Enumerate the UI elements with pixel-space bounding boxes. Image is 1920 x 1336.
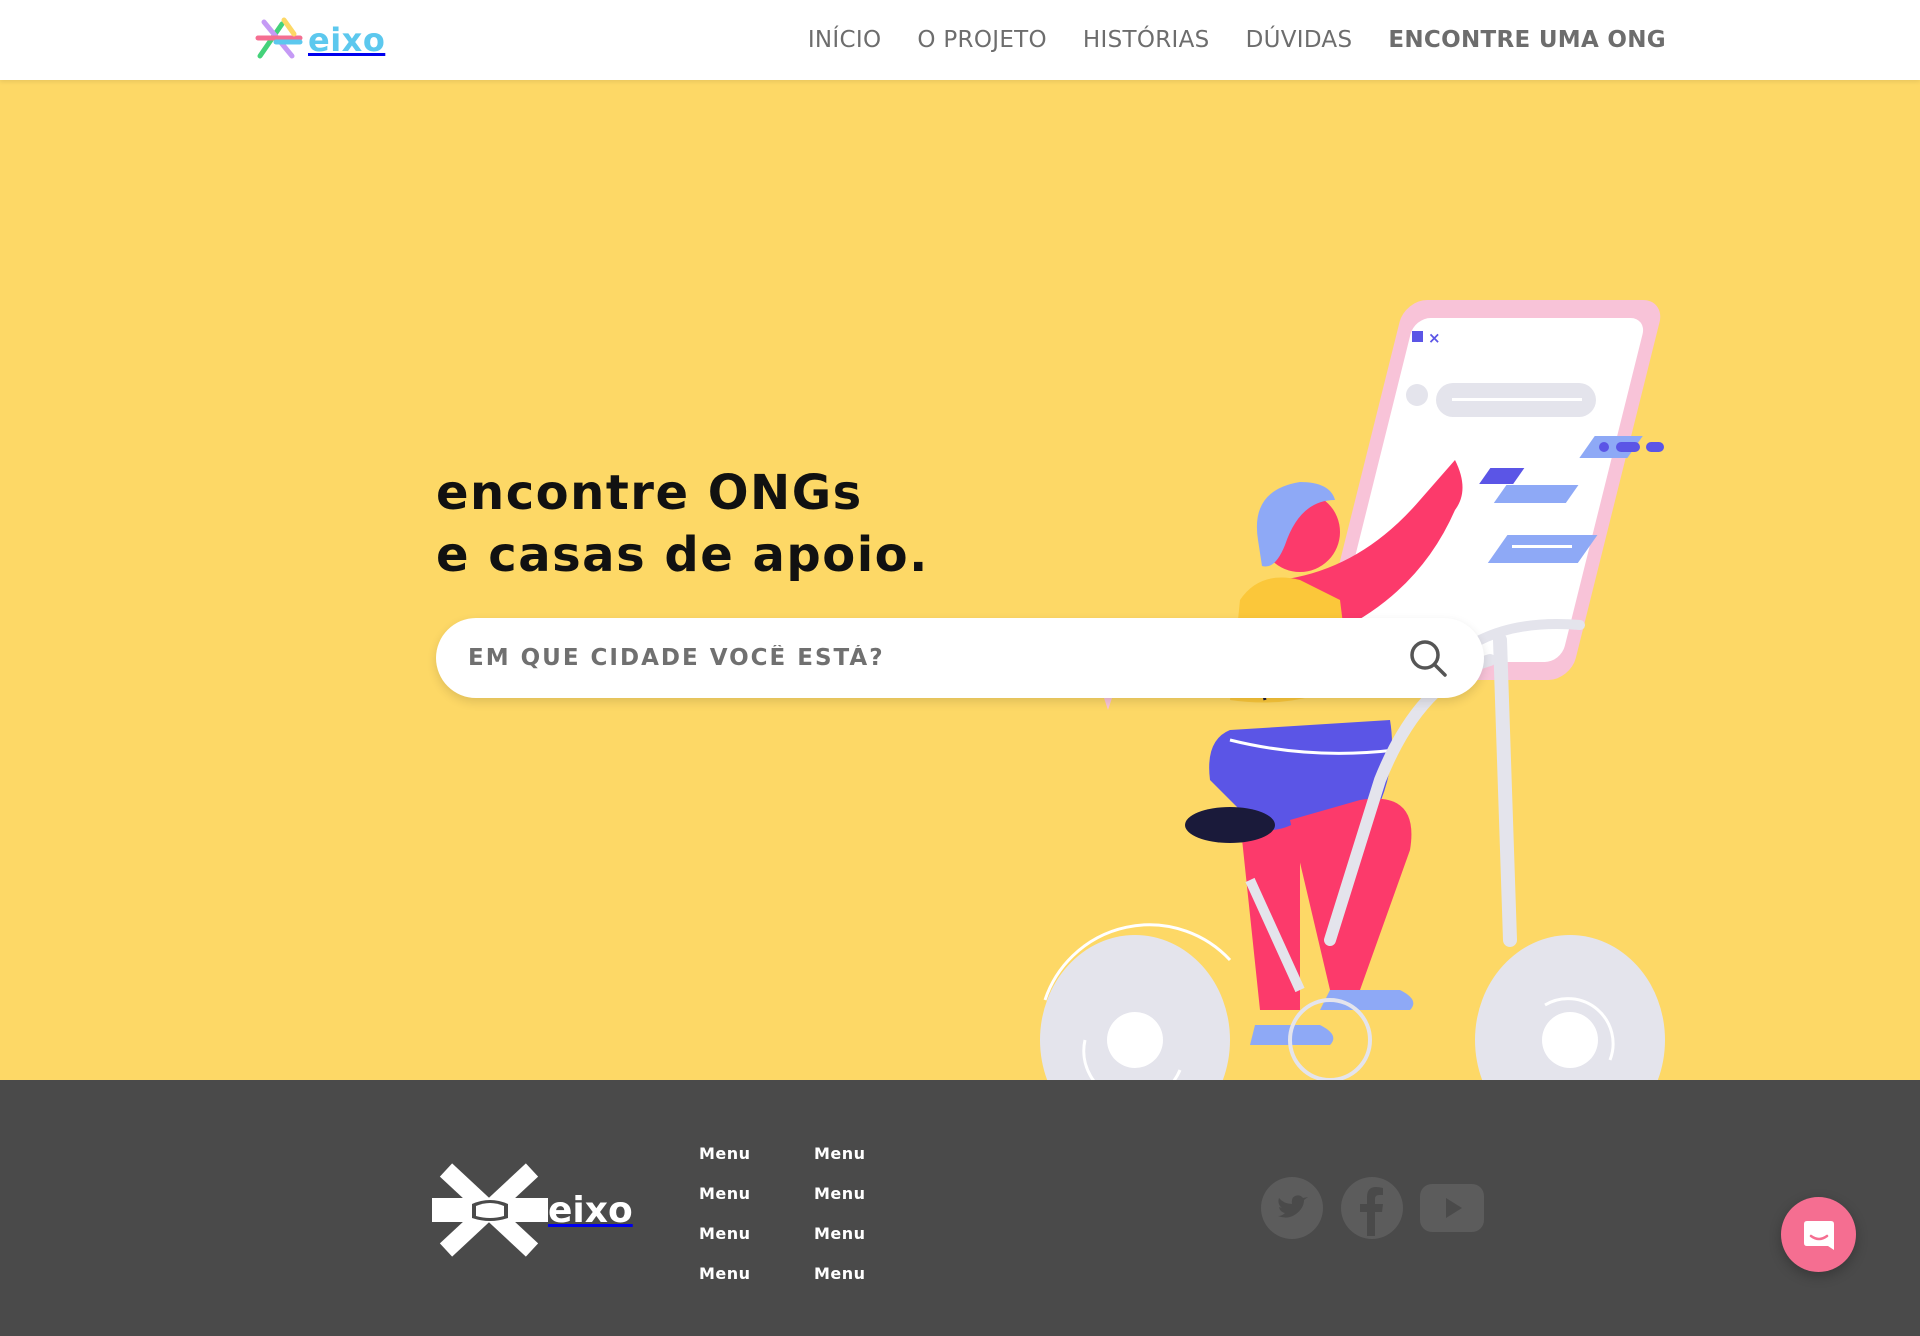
nav-historias[interactable]: HISTÓRIAS <box>1083 27 1210 53</box>
facebook-icon[interactable] <box>1340 1176 1404 1240</box>
nav-encontre-uma-ong[interactable]: ENCONTRE UMA ONG <box>1388 27 1666 53</box>
twitter-icon[interactable] <box>1260 1176 1324 1240</box>
site-footer: eixo Menu Menu Menu Menu Menu Menu Menu … <box>0 1080 1920 1336</box>
hero-title-line2: e casas de apoio. <box>436 527 929 583</box>
chat-icon <box>1803 1220 1834 1250</box>
footer-menu-col-1: Menu Menu Menu Menu <box>699 1134 751 1294</box>
nav-inicio[interactable]: INÍCIO <box>808 27 882 53</box>
site-header: eixo INÍCIO O PROJETO HISTÓRIAS DÚVIDAS … <box>0 0 1920 80</box>
footer-menu-link[interactable]: Menu <box>814 1174 866 1214</box>
footer-menu-link[interactable]: Menu <box>699 1214 751 1254</box>
logo-text: eixo <box>308 21 386 59</box>
footer-menu-col-2: Menu Menu Menu Menu <box>814 1134 866 1294</box>
footer-menu-link[interactable]: Menu <box>814 1254 866 1294</box>
footer-logo-text: eixo <box>548 1189 633 1231</box>
logo[interactable]: eixo <box>254 16 385 64</box>
hero-section: × encontre ONGs e casas de apoio. EM QUE… <box>0 80 1920 1080</box>
footer-menu-link[interactable]: Menu <box>699 1174 751 1214</box>
eixo-logo-icon <box>255 17 303 59</box>
city-search-bar <box>436 618 1484 698</box>
chat-launcher-button[interactable] <box>1781 1197 1856 1272</box>
eixo-hands-logo-icon <box>432 1163 548 1257</box>
main-nav: INÍCIO O PROJETO HISTÓRIAS DÚVIDAS ENCON… <box>772 0 1666 80</box>
hero-title-line1: encontre ONGs <box>436 465 863 521</box>
nav-duvidas[interactable]: DÚVIDAS <box>1246 27 1353 53</box>
social-links <box>1260 1176 1500 1240</box>
footer-menu-link[interactable]: Menu <box>699 1134 751 1174</box>
footer-logo[interactable]: eixo <box>432 1162 633 1258</box>
search-icon[interactable] <box>1408 638 1448 678</box>
hero-title: encontre ONGs e casas de apoio. <box>436 462 929 586</box>
svg-text:×: × <box>1428 329 1441 347</box>
nav-o-projeto[interactable]: O PROJETO <box>917 27 1047 53</box>
city-search-input[interactable] <box>468 645 1368 671</box>
footer-menu-link[interactable]: Menu <box>814 1134 866 1174</box>
youtube-icon[interactable] <box>1420 1176 1484 1240</box>
footer-menu-link[interactable]: Menu <box>814 1214 866 1254</box>
footer-menu-link[interactable]: Menu <box>699 1254 751 1294</box>
